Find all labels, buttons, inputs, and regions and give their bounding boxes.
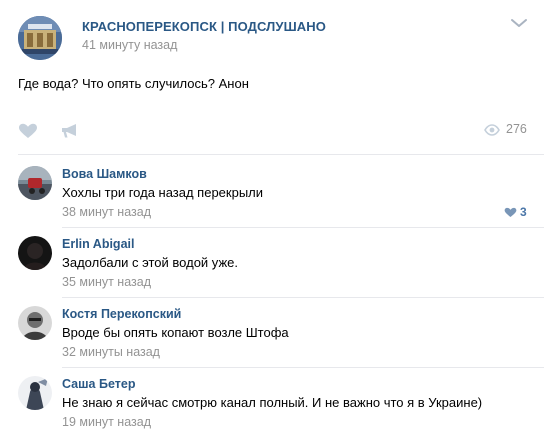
comment-text: Вроде бы опять копают возле Штофа	[62, 325, 289, 340]
group-name[interactable]: КРАСНОПЕРЕКОПСК | ПОДСЛУШАНО	[82, 19, 326, 34]
comment-author[interactable]: Erlin Abigail	[62, 237, 134, 251]
comment-author[interactable]: Саша Бетер	[62, 377, 135, 391]
group-avatar[interactable]	[18, 16, 62, 60]
heart-icon	[504, 207, 517, 218]
divider	[62, 367, 544, 368]
divider	[62, 227, 544, 228]
eye-icon	[484, 124, 500, 136]
comment: Erlin Abigail Задолбали с этой водой уже…	[0, 236, 544, 306]
comment-time[interactable]: 32 минуты назад	[62, 345, 160, 359]
comment-text: Не знаю я сейчас смотрю канал полный. И …	[62, 395, 483, 410]
comment: Вова Шамков Хохлы три года назад перекры…	[0, 166, 544, 236]
comment: Костя Перекопский Вроде бы опять копают …	[0, 306, 544, 376]
wall-post: КРАСНОПЕРЕКОПСК | ПОДСЛУШАНО 41 минуту н…	[0, 0, 544, 441]
comment: Саша Бетер Не знаю я сейчас смотрю канал…	[0, 376, 544, 441]
chevron-down-icon[interactable]	[510, 16, 528, 28]
comment-text: Задолбали с этой водой уже.	[62, 255, 238, 270]
avatar[interactable]	[18, 236, 52, 270]
views-count: 276	[506, 122, 527, 136]
comment-author[interactable]: Вова Шамков	[62, 167, 147, 181]
divider	[62, 297, 544, 298]
heart-icon[interactable]	[18, 123, 38, 139]
comment-text: Хохлы три года назад перекрыли	[62, 185, 264, 200]
megaphone-icon[interactable]	[61, 123, 79, 139]
comment-time[interactable]: 19 минут назад	[62, 415, 151, 429]
avatar[interactable]	[18, 376, 52, 410]
post-text: Где вода? Что опять случилось? Анон	[18, 76, 249, 91]
avatar[interactable]	[18, 306, 52, 340]
comment-time[interactable]: 35 минут назад	[62, 275, 151, 289]
like-count: 3	[520, 205, 527, 219]
divider	[18, 154, 544, 155]
avatar[interactable]	[18, 166, 52, 200]
comment-author[interactable]: Костя Перекопский	[62, 307, 181, 321]
post-time[interactable]: 41 минуту назад	[82, 38, 177, 52]
comment-time[interactable]: 38 минут назад	[62, 205, 151, 219]
